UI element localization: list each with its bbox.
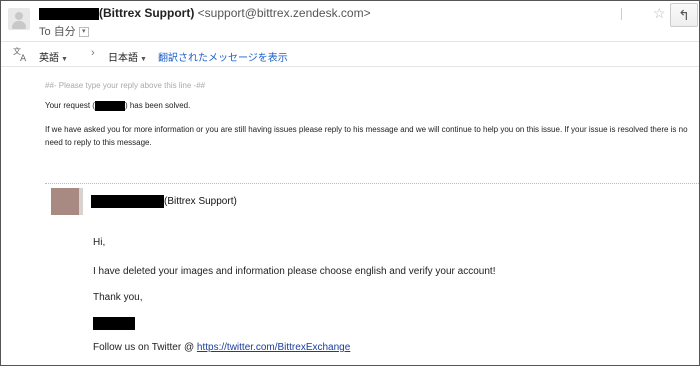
target-language-select[interactable]: 日本語 ▼ — [108, 49, 147, 64]
translate-message-link[interactable]: 翻訳されたメッセージを表示 — [158, 49, 288, 64]
sender-name[interactable]: (Bittrex Support) — [99, 6, 194, 20]
reply-icon: ↰ — [678, 7, 690, 23]
request-status: Your request ( ) has been solved. — [45, 101, 190, 111]
svg-text:A: A — [20, 54, 27, 62]
source-language-select[interactable]: 英語 ▼ — [39, 49, 68, 64]
ticket-info: If we have asked you for more informatio… — [45, 125, 688, 147]
header-divider — [621, 8, 622, 20]
reply-separator: ##- Please type your reply above this li… — [45, 81, 206, 90]
star-icon[interactable]: ☆ — [653, 5, 666, 22]
redacted-agent-name — [91, 195, 164, 208]
chevron-down-icon: ▼ — [140, 56, 147, 63]
target-language-label: 日本語 — [108, 53, 138, 64]
source-language-label: 英語 — [39, 53, 59, 64]
twitter-link[interactable]: https://twitter.com/BittrexExchange — [197, 342, 350, 353]
to-line: To 自分 ▾ — [39, 23, 89, 39]
reply-button[interactable]: ↰ — [670, 3, 698, 27]
request-suffix: ) has been solved. — [124, 101, 191, 111]
message-greeting: Hi, — [93, 237, 106, 248]
sender-avatar-icon — [8, 8, 30, 30]
email-view: (Bittrex Support) <support@bittrex.zende… — [0, 0, 700, 366]
message-divider — [45, 183, 699, 184]
agent-name: (Bittrex Support) — [164, 196, 237, 208]
agent-avatar-edge — [79, 188, 83, 215]
sender-email: <support@bittrex.zendesk.com> — [197, 6, 371, 20]
from-line: (Bittrex Support) <support@bittrex.zende… — [39, 6, 371, 20]
arrow-right-icon: › — [91, 47, 95, 59]
request-prefix: Your request ( — [45, 101, 95, 111]
message-thanks: Thank you, — [93, 292, 143, 303]
details-dropdown-icon[interactable]: ▾ — [78, 27, 89, 38]
redacted-sender-name — [39, 7, 99, 20]
follow-line: Follow us on Twitter @ https://twitter.c… — [93, 342, 350, 353]
redacted-request-id — [94, 101, 125, 111]
redacted-signature — [93, 317, 135, 330]
to-recipient: 自分 — [53, 26, 76, 38]
agent-name-line: (Bittrex Support) — [91, 195, 237, 208]
message-body: I have deleted your images and informati… — [93, 266, 496, 277]
translate-icon: 文 A — [13, 46, 27, 62]
to-prefix: To — [39, 26, 51, 38]
translate-bar: 文 A 英語 ▼ › 日本語 ▼ 翻訳されたメッセージを表示 — [1, 41, 699, 67]
chevron-down-icon: ▼ — [61, 56, 68, 63]
follow-prefix: Follow us on Twitter @ — [93, 342, 197, 353]
agent-avatar — [51, 188, 79, 215]
